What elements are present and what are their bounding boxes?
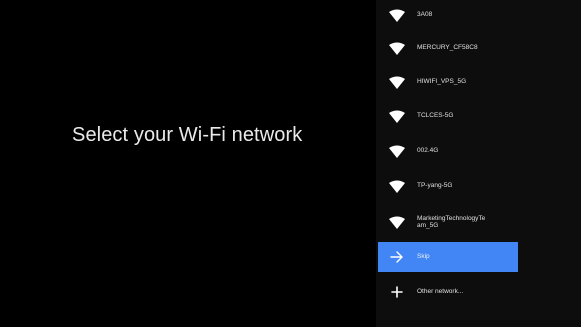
network-label: MERCURY_CF58C8 xyxy=(417,44,478,52)
wifi-icon xyxy=(388,75,406,89)
network-item-mercury[interactable]: MERCURY_CF58C8 xyxy=(378,33,518,63)
network-item-tp-yang[interactable]: TP-yang-5G xyxy=(378,171,518,201)
network-item-002-4g[interactable]: 002.4G xyxy=(378,136,518,166)
network-label: TP-yang-5G xyxy=(417,182,453,190)
network-item-3a08[interactable]: 3A08 xyxy=(378,0,518,30)
wifi-icon xyxy=(388,179,406,193)
page-title: Select your Wi-Fi network xyxy=(72,124,303,146)
wifi-icon xyxy=(388,8,406,22)
arrow-right-icon xyxy=(388,250,406,264)
wifi-icon xyxy=(388,215,406,229)
network-label: MarketingTechnologyTe am_5G xyxy=(417,214,486,230)
setup-screen: Select your Wi-Fi network 3A08 MERCURY_C… xyxy=(0,0,581,327)
wifi-icon xyxy=(388,109,406,123)
other-network-label: Other network... xyxy=(417,288,464,296)
network-label: 3A08 xyxy=(417,11,433,19)
network-item-hiwifi[interactable]: HIWIFI_VPS_5G xyxy=(378,67,518,97)
plus-icon xyxy=(388,285,406,299)
network-item-marketing[interactable]: MarketingTechnologyTe am_5G xyxy=(378,207,518,237)
network-label: TCLCES-5G xyxy=(417,112,454,120)
skip-label: Skip xyxy=(417,253,430,261)
network-list-panel: 3A08 MERCURY_CF58C8 HIWIFI_VPS_5G TCLCES… xyxy=(376,0,581,327)
network-label: 002.4G xyxy=(417,147,439,155)
network-item-tclces[interactable]: TCLCES-5G xyxy=(378,101,518,131)
wifi-icon xyxy=(388,41,406,55)
skip-button[interactable]: Skip xyxy=(378,242,518,272)
other-network-button[interactable]: Other network... xyxy=(378,277,518,307)
network-label: HIWIFI_VPS_5G xyxy=(417,78,467,86)
wifi-icon xyxy=(388,144,406,158)
